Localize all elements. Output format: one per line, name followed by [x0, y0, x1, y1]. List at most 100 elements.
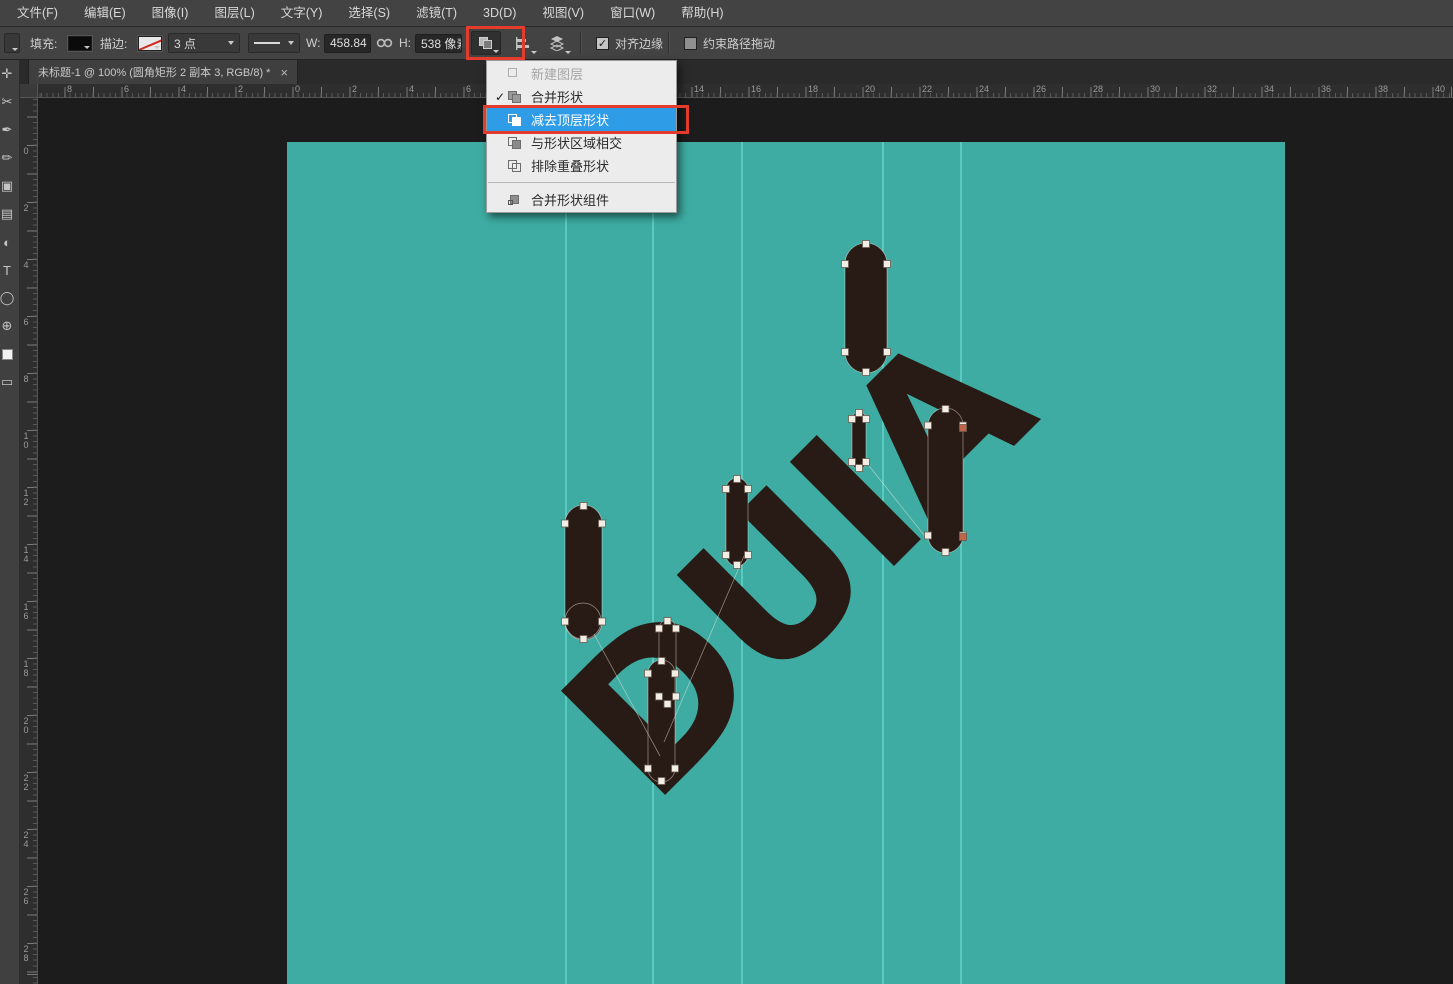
menu-item-7[interactable]: 3D(D): [470, 0, 529, 26]
menu-item-3[interactable]: 与形状区域相交: [487, 131, 676, 154]
anchor-point[interactable]: [744, 551, 752, 559]
anchor-point[interactable]: [672, 624, 680, 633]
ruler-mark: 4: [23, 260, 29, 270]
gradient-tool[interactable]: ▤: [0, 200, 17, 228]
rounded-rect-shape[interactable]: [844, 242, 888, 374]
vertical-ruler[interactable]: 0 2 4 6 8 10 12 14 16 18 20 22 24 26 28: [20, 98, 38, 984]
shape-width-field[interactable]: 458.84: [324, 27, 371, 59]
ruler-mark: 20: [23, 716, 29, 735]
anchor-point[interactable]: [733, 475, 741, 483]
anchor-point[interactable]: [657, 777, 666, 785]
anchor-point[interactable]: [959, 533, 967, 541]
color-swatch[interactable]: [0, 340, 17, 368]
anchor-point[interactable]: [848, 458, 856, 466]
anchor-point[interactable]: [733, 561, 741, 569]
zoom-tool[interactable]: ⊕: [0, 312, 17, 340]
move-tool[interactable]: ✛: [0, 60, 17, 88]
menu-item-1[interactable]: 编辑(E): [71, 0, 139, 26]
link-dimensions-button[interactable]: [376, 27, 393, 59]
anchor-point[interactable]: [663, 617, 672, 625]
anchor-point[interactable]: [841, 260, 849, 268]
close-icon[interactable]: ×: [280, 66, 288, 79]
screen-mode-tool[interactable]: ▭: [0, 368, 17, 396]
anchor-point[interactable]: [841, 348, 849, 356]
anchor-point[interactable]: [644, 764, 652, 773]
anchor-point[interactable]: [744, 485, 752, 493]
fill-swatch[interactable]: [62, 27, 92, 59]
document-tab[interactable]: 未标题-1 @ 100% (圆角矩形 2 副本 3, RGB/8) * ×: [28, 60, 299, 84]
menu-item-6[interactable]: 合并形状组件: [487, 188, 676, 211]
menu-item-0[interactable]: 文件(F): [4, 0, 71, 26]
anchor-point[interactable]: [663, 700, 672, 708]
anchor-point[interactable]: [657, 657, 666, 665]
stroke-width-value: 3 点: [174, 36, 197, 51]
stroke-width-dropdown[interactable]: 3 点: [168, 27, 240, 59]
path-arrangement-button[interactable]: [542, 27, 572, 59]
menu-item-6[interactable]: 滤镜(T): [403, 0, 470, 26]
lasso-tool[interactable]: ✂: [0, 88, 17, 116]
anchor-point[interactable]: [722, 485, 730, 493]
anchor-point[interactable]: [722, 551, 730, 559]
anchor-point[interactable]: [598, 519, 606, 528]
path-operations-button[interactable]: [471, 27, 501, 59]
menu-item-5[interactable]: 选择(S): [335, 0, 403, 26]
anchor-point[interactable]: [579, 502, 588, 510]
anchor-point[interactable]: [924, 421, 932, 430]
anchor-point[interactable]: [561, 617, 569, 626]
menu-item-3[interactable]: 图层(L): [201, 0, 267, 26]
rounded-rect-shape[interactable]: [927, 407, 964, 554]
menu-item-8[interactable]: 视图(V): [529, 0, 597, 26]
stroke-swatch[interactable]: [132, 27, 162, 59]
anchor-point[interactable]: [941, 405, 950, 413]
ruler-mark: 14: [23, 545, 29, 564]
menu-item-label: 新建图层: [531, 67, 584, 82]
anchor-point[interactable]: [941, 548, 950, 556]
rounded-rect-shape[interactable]: [564, 504, 603, 641]
menu-item-10[interactable]: 帮助(H): [668, 0, 736, 26]
ruler-origin-corner[interactable]: [20, 84, 38, 98]
horizontal-ruler[interactable]: 8642024681012141618202224262830323436384…: [38, 84, 1453, 98]
menu-item-4[interactable]: 排除重叠形状: [487, 154, 676, 177]
menu-item-2[interactable]: 图像(I): [139, 0, 202, 26]
anchor-point[interactable]: [855, 409, 863, 417]
anchor-point[interactable]: [579, 635, 588, 643]
anchor-point[interactable]: [862, 240, 870, 248]
menu-item-2[interactable]: 减去顶层形状: [487, 108, 676, 131]
anchor-point[interactable]: [883, 260, 891, 268]
path-alignment-button[interactable]: [508, 27, 538, 59]
align-edges-checkbox[interactable]: ✓ 对齐边缘: [596, 27, 663, 59]
shape-height-field[interactable]: 538 像素: [415, 27, 462, 59]
anchor-point[interactable]: [672, 692, 680, 701]
brush-tool[interactable]: ✏: [0, 144, 17, 172]
anchor-point[interactable]: [862, 368, 870, 376]
eyedropper-tool[interactable]: ✒: [0, 116, 17, 144]
anchor-point[interactable]: [671, 764, 679, 773]
anchor-point[interactable]: [855, 464, 863, 472]
anchor-point[interactable]: [561, 519, 569, 528]
menu-item-label: 与形状区域相交: [531, 136, 623, 151]
stroke-style-dropdown[interactable]: [248, 27, 300, 59]
chevron-down-icon: [493, 50, 499, 53]
anchor-point[interactable]: [598, 617, 606, 626]
clone-stamp-tool[interactable]: ▣: [0, 172, 17, 200]
anchor-point[interactable]: [848, 415, 856, 423]
anchor-point[interactable]: [883, 348, 891, 356]
menu-item-9[interactable]: 窗口(W): [597, 0, 668, 26]
constrain-path-drag-checkbox[interactable]: 约束路径拖动: [684, 27, 775, 59]
new-layer-icon: [508, 67, 523, 81]
ellipse-tool[interactable]: ◯: [0, 284, 17, 312]
anchor-point[interactable]: [959, 424, 967, 432]
rounded-rect-shape[interactable]: [647, 659, 676, 783]
type-tool[interactable]: T: [0, 256, 17, 284]
anchor-point[interactable]: [862, 415, 870, 423]
anchor-point[interactable]: [862, 458, 870, 466]
anchor-point[interactable]: [644, 669, 652, 678]
anchor-point[interactable]: [924, 531, 932, 540]
tool-preset-picker[interactable]: [4, 27, 20, 59]
menu-item-1[interactable]: ✓ 合并形状: [487, 85, 676, 108]
anchor-point[interactable]: [655, 692, 663, 701]
anchor-point[interactable]: [671, 669, 679, 678]
blur-tool[interactable]: ◐: [0, 228, 17, 256]
anchor-point[interactable]: [655, 624, 663, 633]
menu-item-4[interactable]: 文字(Y): [268, 0, 336, 26]
